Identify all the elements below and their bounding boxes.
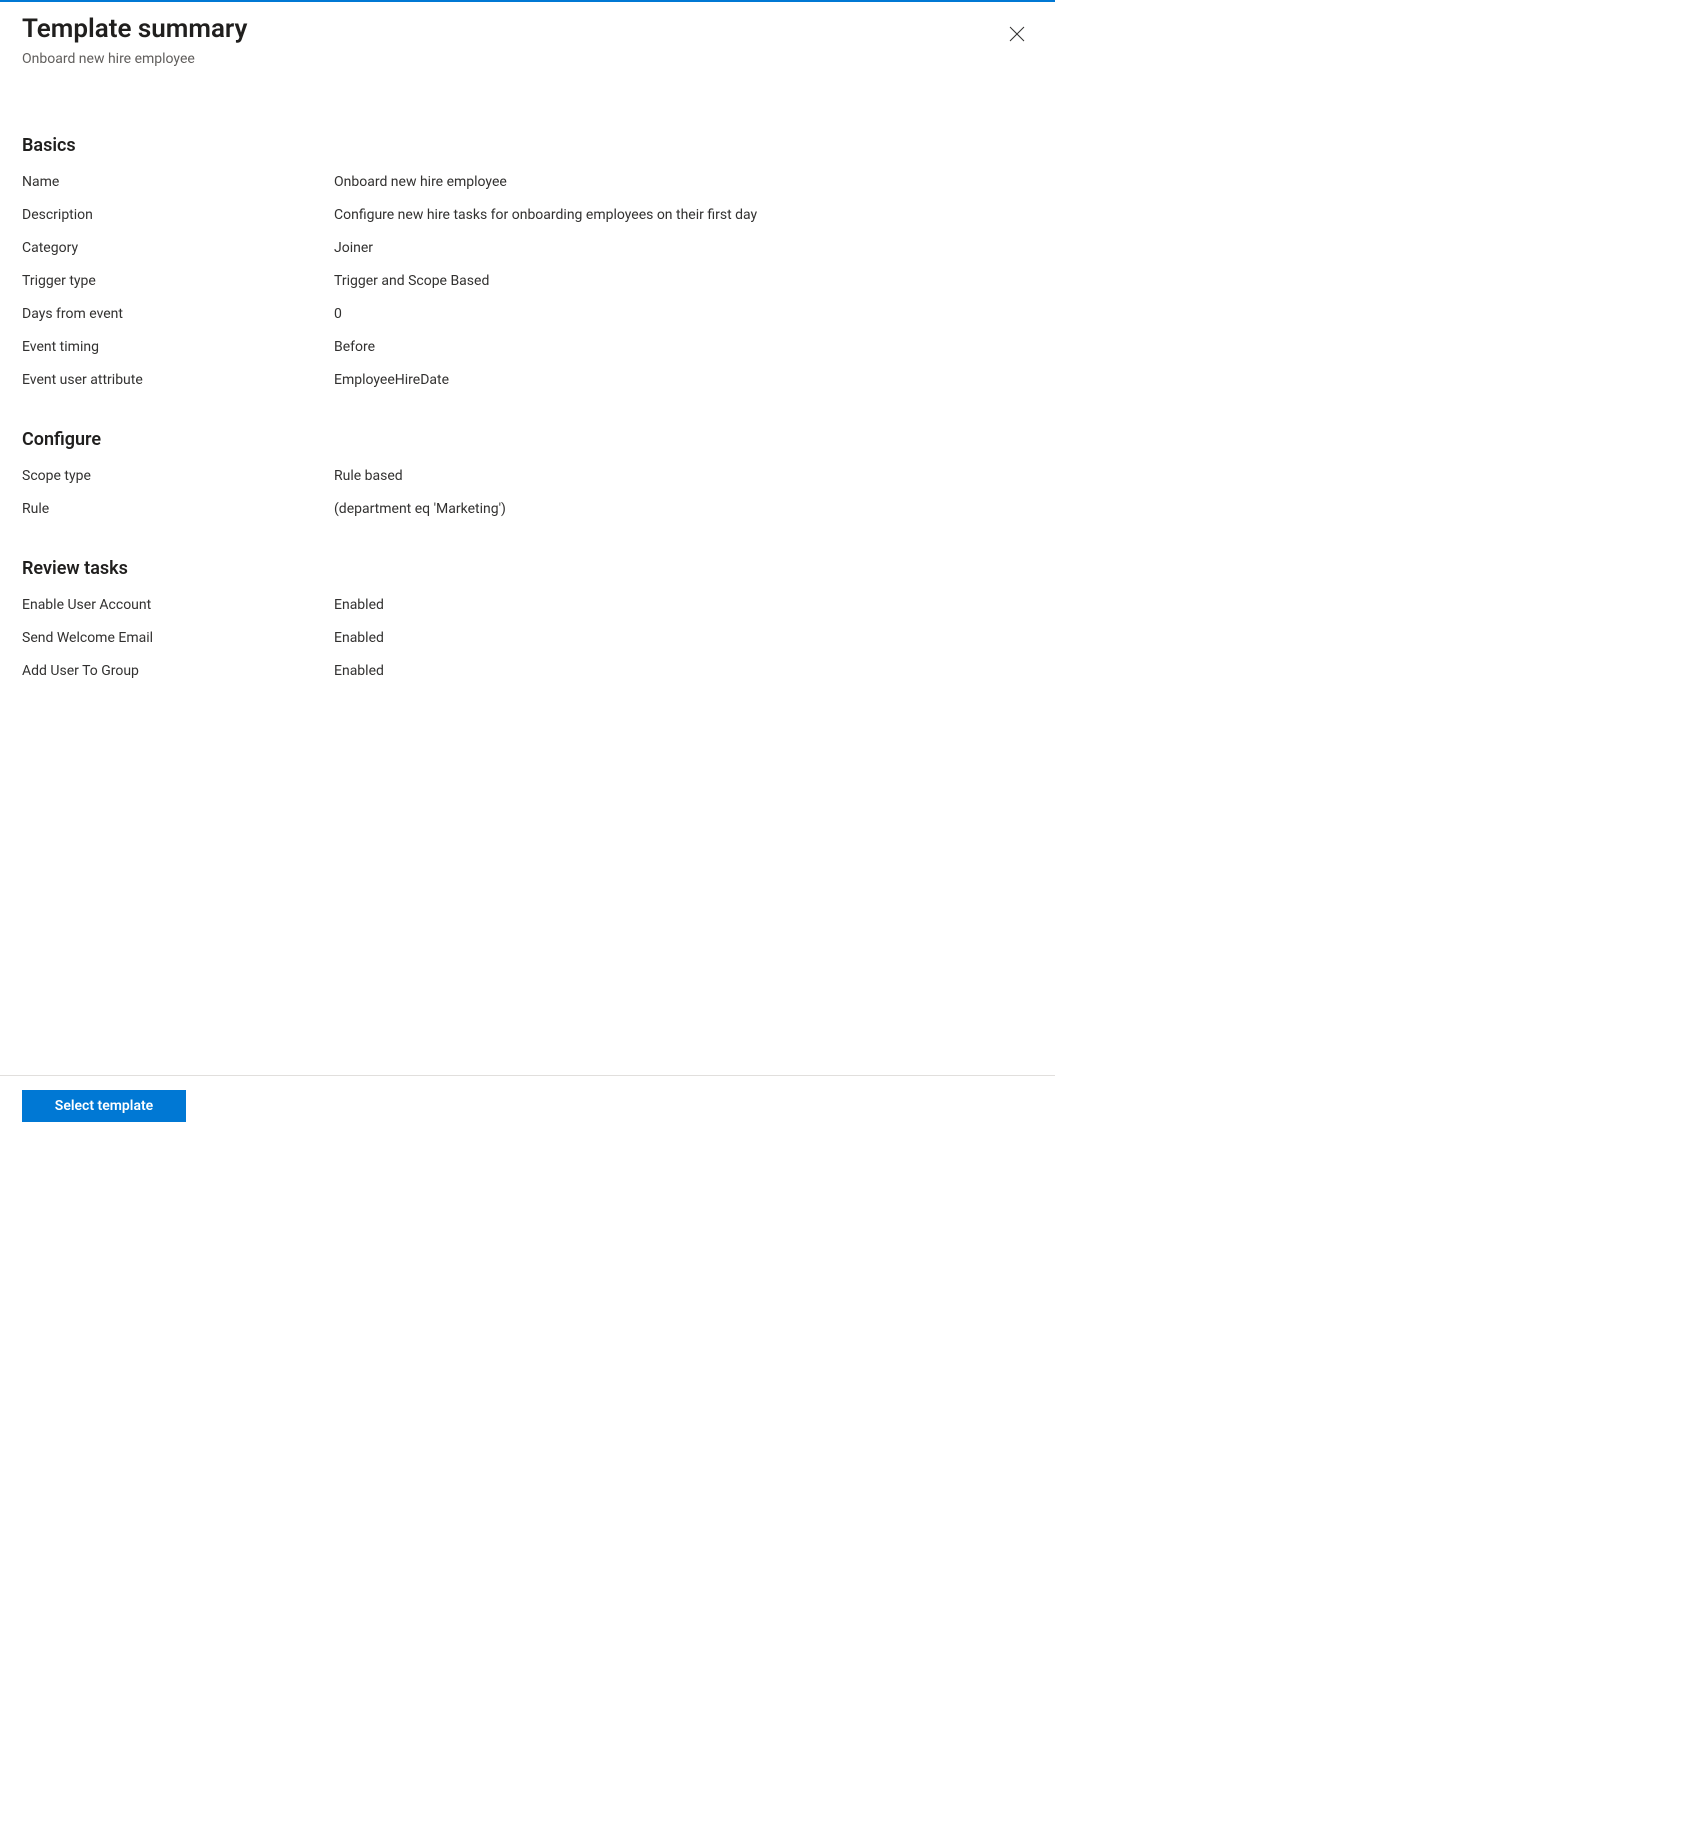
panel-header: Template summary Onboard new hire employ… bbox=[0, 2, 1055, 75]
select-template-button[interactable]: Select template bbox=[22, 1090, 186, 1122]
section-configure: Configure Scope type Rule based Rule (de… bbox=[22, 429, 1033, 526]
row-category: Category Joiner bbox=[22, 232, 1033, 265]
row-name: Name Onboard new hire employee bbox=[22, 166, 1033, 199]
page-subtitle: Onboard new hire employee bbox=[22, 51, 1033, 67]
row-add-user-to-group: Add User To Group Enabled bbox=[22, 655, 1033, 688]
label-event-user-attribute: Event user attribute bbox=[22, 370, 334, 391]
row-send-welcome-email: Send Welcome Email Enabled bbox=[22, 622, 1033, 655]
section-title-basics: Basics bbox=[22, 135, 1033, 156]
row-scope-type: Scope type Rule based bbox=[22, 460, 1033, 493]
label-scope-type: Scope type bbox=[22, 466, 334, 487]
section-title-configure: Configure bbox=[22, 429, 1033, 450]
value-send-welcome-email: Enabled bbox=[334, 628, 384, 649]
row-days-from-event: Days from event 0 bbox=[22, 298, 1033, 331]
value-description: Configure new hire tasks for onboarding … bbox=[334, 205, 757, 226]
label-description: Description bbox=[22, 205, 334, 226]
value-rule: (department eq 'Marketing') bbox=[334, 499, 506, 520]
row-rule: Rule (department eq 'Marketing') bbox=[22, 493, 1033, 526]
value-name: Onboard new hire employee bbox=[334, 172, 507, 193]
value-trigger-type: Trigger and Scope Based bbox=[334, 271, 489, 292]
panel-footer: Select template bbox=[0, 1075, 1055, 1140]
close-icon bbox=[1009, 26, 1025, 42]
row-event-timing: Event timing Before bbox=[22, 331, 1033, 364]
value-add-user-to-group: Enabled bbox=[334, 661, 384, 682]
value-scope-type: Rule based bbox=[334, 466, 403, 487]
label-event-timing: Event timing bbox=[22, 337, 334, 358]
close-button[interactable] bbox=[1007, 24, 1027, 44]
section-title-review-tasks: Review tasks bbox=[22, 558, 1033, 579]
row-enable-user-account: Enable User Account Enabled bbox=[22, 589, 1033, 622]
row-event-user-attribute: Event user attribute EmployeeHireDate bbox=[22, 364, 1033, 397]
label-enable-user-account: Enable User Account bbox=[22, 595, 334, 616]
page-title: Template summary bbox=[22, 14, 1033, 45]
value-event-user-attribute: EmployeeHireDate bbox=[334, 370, 449, 391]
row-description: Description Configure new hire tasks for… bbox=[22, 199, 1033, 232]
panel-content: Basics Name Onboard new hire employee De… bbox=[0, 75, 1055, 708]
label-add-user-to-group: Add User To Group bbox=[22, 661, 334, 682]
label-category: Category bbox=[22, 238, 334, 259]
value-days-from-event: 0 bbox=[334, 304, 342, 325]
section-review-tasks: Review tasks Enable User Account Enabled… bbox=[22, 558, 1033, 688]
label-name: Name bbox=[22, 172, 334, 193]
label-trigger-type: Trigger type bbox=[22, 271, 334, 292]
section-basics: Basics Name Onboard new hire employee De… bbox=[22, 135, 1033, 397]
label-rule: Rule bbox=[22, 499, 334, 520]
value-category: Joiner bbox=[334, 238, 373, 259]
value-enable-user-account: Enabled bbox=[334, 595, 384, 616]
label-send-welcome-email: Send Welcome Email bbox=[22, 628, 334, 649]
label-days-from-event: Days from event bbox=[22, 304, 334, 325]
value-event-timing: Before bbox=[334, 337, 375, 358]
row-trigger-type: Trigger type Trigger and Scope Based bbox=[22, 265, 1033, 298]
